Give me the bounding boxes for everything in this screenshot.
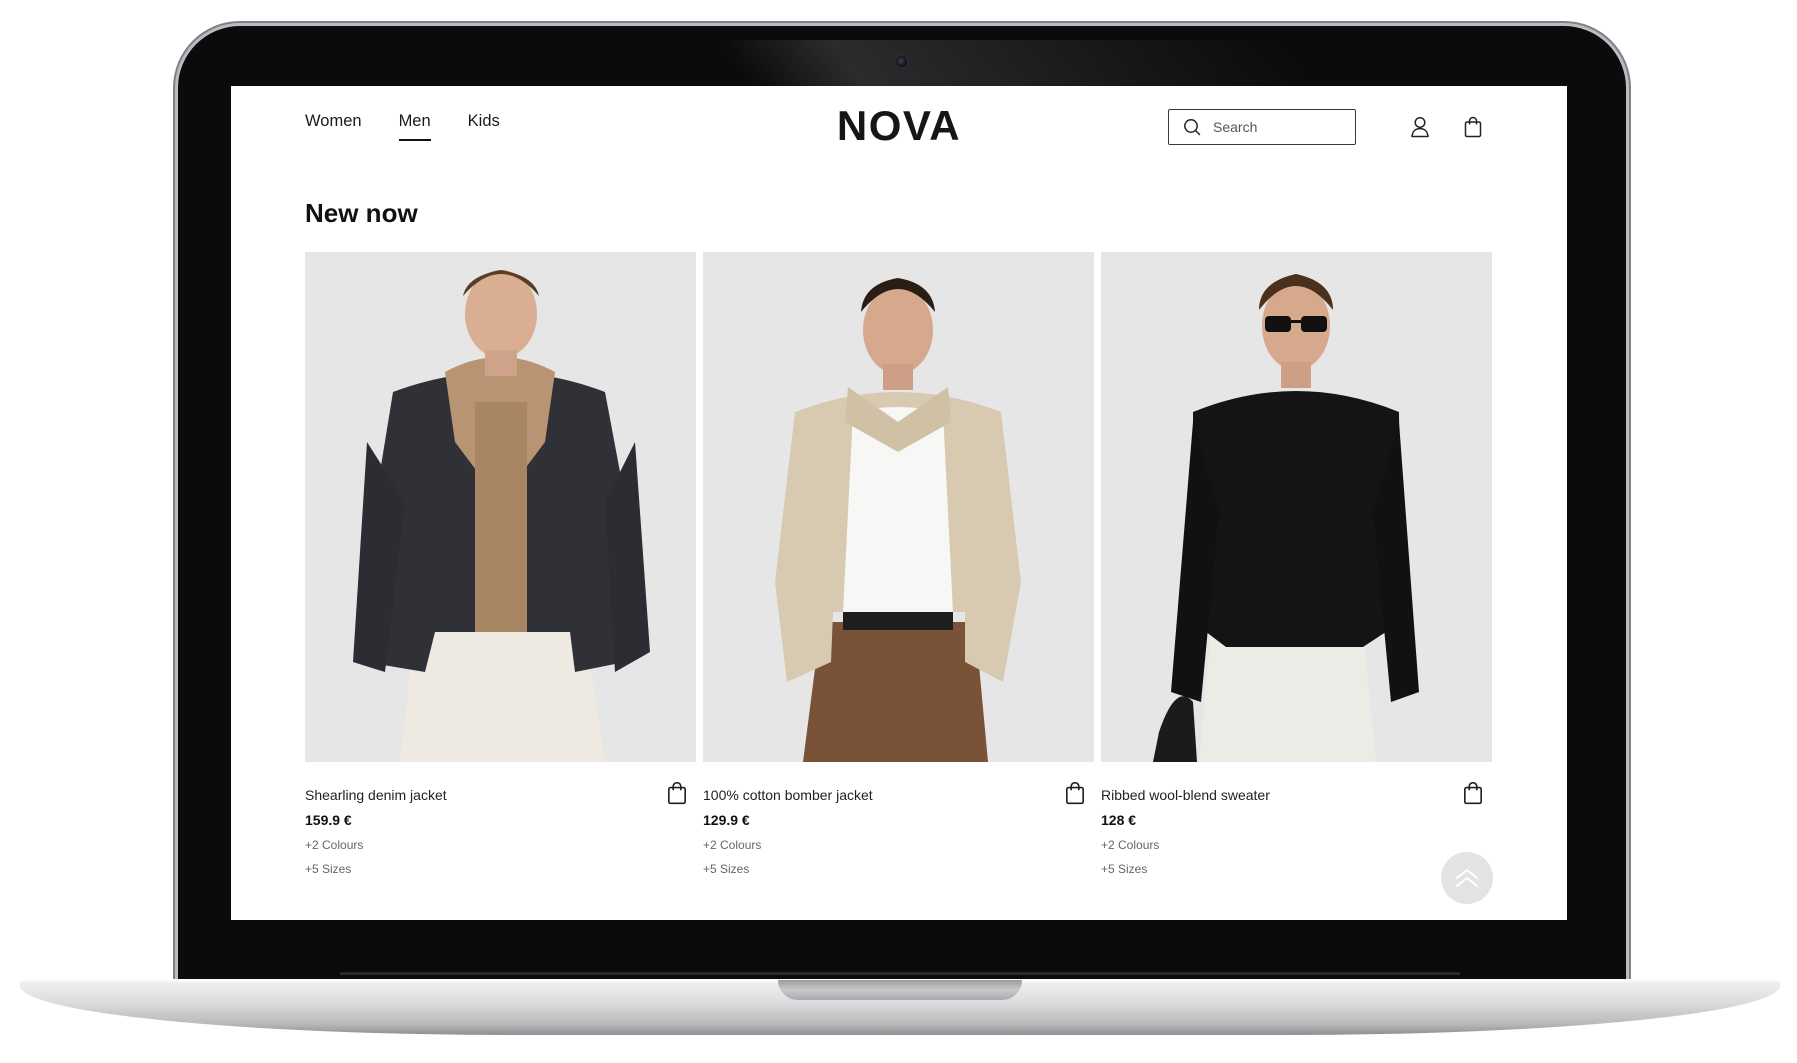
product-colours[interactable]: +2 Colours <box>305 838 696 852</box>
webcam <box>895 55 908 68</box>
cart-button[interactable] <box>1460 114 1486 140</box>
shopping-bag-icon[interactable] <box>666 781 688 805</box>
product-sizes[interactable]: +5 Sizes <box>703 862 1094 876</box>
product-colours[interactable]: +2 Colours <box>1101 838 1492 852</box>
laptop-notch <box>778 980 1022 1000</box>
product-image-ribbed-wool-blend-sweater[interactable] <box>1101 252 1492 762</box>
model-illustration <box>703 252 1094 762</box>
browser-screen: Women Men Kids NOVA New now <box>231 86 1567 920</box>
product-name[interactable]: Shearling denim jacket <box>305 787 696 803</box>
shopping-bag-icon[interactable] <box>1064 781 1086 805</box>
double-chevron-up-icon <box>1456 869 1478 887</box>
product-price: 129.9 € <box>703 812 750 828</box>
product-card[interactable]: Ribbed wool-blend sweater 128 € +2 Colou… <box>1101 252 1492 876</box>
product-price: 159.9 € <box>305 812 352 828</box>
model-illustration <box>1101 252 1492 762</box>
product-image-shearling-denim-jacket[interactable] <box>305 252 696 762</box>
product-info: Shearling denim jacket 159.9 € +2 Colour… <box>305 762 696 876</box>
bezel-glare <box>717 40 1313 86</box>
product-card[interactable]: Shearling denim jacket 159.9 € +2 Colour… <box>305 252 696 876</box>
product-info: Ribbed wool-blend sweater 128 € +2 Colou… <box>1101 762 1492 876</box>
search-box[interactable] <box>1168 109 1356 145</box>
search-icon <box>1184 119 1201 136</box>
main-nav: Women Men Kids <box>305 112 500 141</box>
product-name[interactable]: 100% cotton bomber jacket <box>703 787 1094 803</box>
model-illustration <box>305 252 696 762</box>
shopping-bag-icon[interactable] <box>1462 781 1484 805</box>
nav-item-women[interactable]: Women <box>305 112 362 141</box>
nav-item-kids[interactable]: Kids <box>468 112 500 141</box>
product-image-cotton-bomber-jacket[interactable] <box>703 252 1094 762</box>
account-button[interactable] <box>1407 114 1433 140</box>
laptop-hinge <box>340 972 1460 975</box>
search-input[interactable] <box>1213 119 1333 135</box>
product-sizes[interactable]: +5 Sizes <box>1101 862 1492 876</box>
back-to-top-button[interactable] <box>1441 852 1493 904</box>
product-sizes[interactable]: +5 Sizes <box>305 862 696 876</box>
product-grid: Shearling denim jacket 159.9 € +2 Colour… <box>305 252 1492 876</box>
product-card[interactable]: 100% cotton bomber jacket 129.9 € +2 Col… <box>703 252 1094 876</box>
section-title: New now <box>305 198 418 228</box>
product-colours[interactable]: +2 Colours <box>703 838 1094 852</box>
user-icon <box>1411 116 1429 138</box>
product-name[interactable]: Ribbed wool-blend sweater <box>1101 787 1492 803</box>
nav-item-men[interactable]: Men <box>398 112 431 141</box>
shopping-bag-icon <box>1464 116 1482 138</box>
product-info: 100% cotton bomber jacket 129.9 € +2 Col… <box>703 762 1094 876</box>
product-price: 128 € <box>1101 812 1137 828</box>
